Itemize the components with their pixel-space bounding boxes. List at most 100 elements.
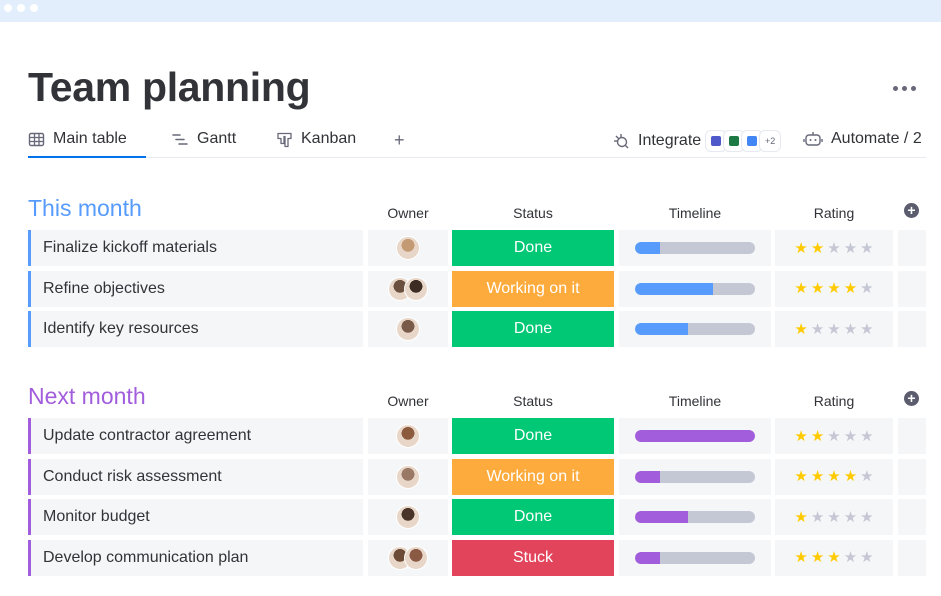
- star-icon[interactable]: ★: [811, 429, 824, 444]
- item-name-cell[interactable]: Develop communication plan: [28, 539, 363, 576]
- star-icon[interactable]: ★: [827, 550, 840, 565]
- star-icon[interactable]: ★: [827, 469, 840, 484]
- timeline-bar-fill: [635, 430, 755, 442]
- star-icon[interactable]: ★: [827, 241, 840, 256]
- status-label[interactable]: Done: [452, 499, 614, 535]
- timeline-cell[interactable]: [619, 270, 771, 307]
- rating-cell[interactable]: ★ ★ ★ ★ ★: [775, 270, 893, 307]
- star-icon[interactable]: ★: [794, 550, 807, 565]
- star-icon[interactable]: ★: [811, 550, 824, 565]
- item-name-cell[interactable]: Refine objectives: [28, 270, 363, 307]
- tab-gantt[interactable]: Gantt: [172, 130, 236, 158]
- column-header-timeline[interactable]: Timeline: [635, 205, 755, 221]
- owner-cell[interactable]: [368, 539, 448, 576]
- item-name-cell[interactable]: Monitor budget: [28, 499, 363, 535]
- column-header-rating[interactable]: Rating: [774, 393, 894, 409]
- avatar: [404, 545, 428, 570]
- rating-cell[interactable]: ★ ★ ★ ★ ★: [775, 230, 893, 266]
- star-icon[interactable]: ★: [844, 469, 857, 484]
- star-icon[interactable]: ★: [860, 510, 873, 525]
- status-label[interactable]: Done: [452, 418, 614, 454]
- automate-button[interactable]: Automate / 2: [803, 130, 922, 148]
- rating-cell[interactable]: ★ ★ ★ ★ ★: [775, 499, 893, 535]
- timeline-cell[interactable]: [619, 230, 771, 266]
- avatar: [396, 236, 420, 260]
- star-icon[interactable]: ★: [811, 241, 824, 256]
- tab-kanban[interactable]: Kanban: [276, 130, 356, 158]
- window-control-dot[interactable]: [4, 4, 12, 12]
- column-header-timeline[interactable]: Timeline: [635, 393, 755, 409]
- star-icon[interactable]: ★: [860, 241, 873, 256]
- star-icon[interactable]: ★: [827, 322, 840, 337]
- column-header-status[interactable]: Status: [473, 393, 593, 409]
- star-icon[interactable]: ★: [794, 469, 807, 484]
- more-options-button[interactable]: [893, 82, 925, 94]
- tab-label: Kanban: [301, 130, 357, 147]
- owner-cell[interactable]: [368, 270, 448, 307]
- timeline-cell[interactable]: [619, 311, 771, 347]
- star-icon[interactable]: ★: [794, 281, 807, 296]
- star-icon[interactable]: ★: [860, 429, 873, 444]
- star-icon[interactable]: ★: [811, 322, 824, 337]
- add-view-button[interactable]: +: [394, 130, 405, 151]
- window-control-dot[interactable]: [30, 4, 38, 12]
- star-icon[interactable]: ★: [794, 429, 807, 444]
- tab-label: Main table: [53, 130, 127, 147]
- item-name-cell[interactable]: Identify key resources: [28, 311, 363, 347]
- star-icon[interactable]: ★: [844, 429, 857, 444]
- status-label[interactable]: Stuck: [452, 539, 614, 576]
- add-column-button[interactable]: +: [904, 391, 919, 406]
- star-icon[interactable]: ★: [811, 469, 824, 484]
- group-title[interactable]: Next month: [28, 383, 146, 410]
- column-header-owner[interactable]: Owner: [348, 205, 468, 221]
- timeline-cell[interactable]: [619, 499, 771, 535]
- status-label[interactable]: Working on it: [452, 270, 614, 307]
- item-name-cell[interactable]: Finalize kickoff materials: [28, 230, 363, 266]
- rating-cell[interactable]: ★ ★ ★ ★ ★: [775, 418, 893, 454]
- star-icon[interactable]: ★: [860, 550, 873, 565]
- owner-cell[interactable]: [368, 418, 448, 454]
- item-name-cell[interactable]: Conduct risk assessment: [28, 458, 363, 495]
- item-name: Conduct risk assessment: [43, 467, 222, 485]
- tab-main-table[interactable]: Main table: [28, 130, 146, 158]
- owner-cell[interactable]: [368, 230, 448, 266]
- star-icon[interactable]: ★: [794, 322, 807, 337]
- integrate-button[interactable]: Integrate +2: [612, 130, 782, 152]
- status-label[interactable]: Done: [452, 230, 614, 266]
- star-icon[interactable]: ★: [844, 241, 857, 256]
- owner-cell[interactable]: [368, 311, 448, 347]
- avatar: [396, 317, 420, 341]
- star-icon[interactable]: ★: [860, 281, 873, 296]
- owner-cell[interactable]: [368, 499, 448, 535]
- column-header-status[interactable]: Status: [473, 205, 593, 221]
- status-label[interactable]: Working on it: [452, 458, 614, 495]
- star-icon[interactable]: ★: [844, 322, 857, 337]
- timeline-cell[interactable]: [619, 418, 771, 454]
- window-control-dot[interactable]: [17, 4, 25, 12]
- add-column-button[interactable]: +: [904, 203, 919, 218]
- star-icon[interactable]: ★: [844, 550, 857, 565]
- column-header-rating[interactable]: Rating: [774, 205, 894, 221]
- group-title[interactable]: This month: [28, 195, 142, 222]
- rating-cell[interactable]: ★ ★ ★ ★ ★: [775, 311, 893, 347]
- star-icon[interactable]: ★: [844, 510, 857, 525]
- timeline-cell[interactable]: [619, 539, 771, 576]
- star-icon[interactable]: ★: [827, 429, 840, 444]
- status-label[interactable]: Done: [452, 311, 614, 347]
- rating-cell[interactable]: ★ ★ ★ ★ ★: [775, 539, 893, 576]
- star-icon[interactable]: ★: [811, 281, 824, 296]
- star-icon[interactable]: ★: [794, 241, 807, 256]
- column-header-owner[interactable]: Owner: [348, 393, 468, 409]
- owner-cell[interactable]: [368, 458, 448, 495]
- star-icon[interactable]: ★: [794, 510, 807, 525]
- star-icon[interactable]: ★: [860, 322, 873, 337]
- more-apps-badge: +2: [759, 130, 782, 152]
- timeline-cell[interactable]: [619, 458, 771, 495]
- item-name-cell[interactable]: Update contractor agreement: [28, 418, 363, 454]
- star-icon[interactable]: ★: [827, 510, 840, 525]
- rating-cell[interactable]: ★ ★ ★ ★ ★: [775, 458, 893, 495]
- star-icon[interactable]: ★: [811, 510, 824, 525]
- star-icon[interactable]: ★: [860, 469, 873, 484]
- star-icon[interactable]: ★: [844, 281, 857, 296]
- star-icon[interactable]: ★: [827, 281, 840, 296]
